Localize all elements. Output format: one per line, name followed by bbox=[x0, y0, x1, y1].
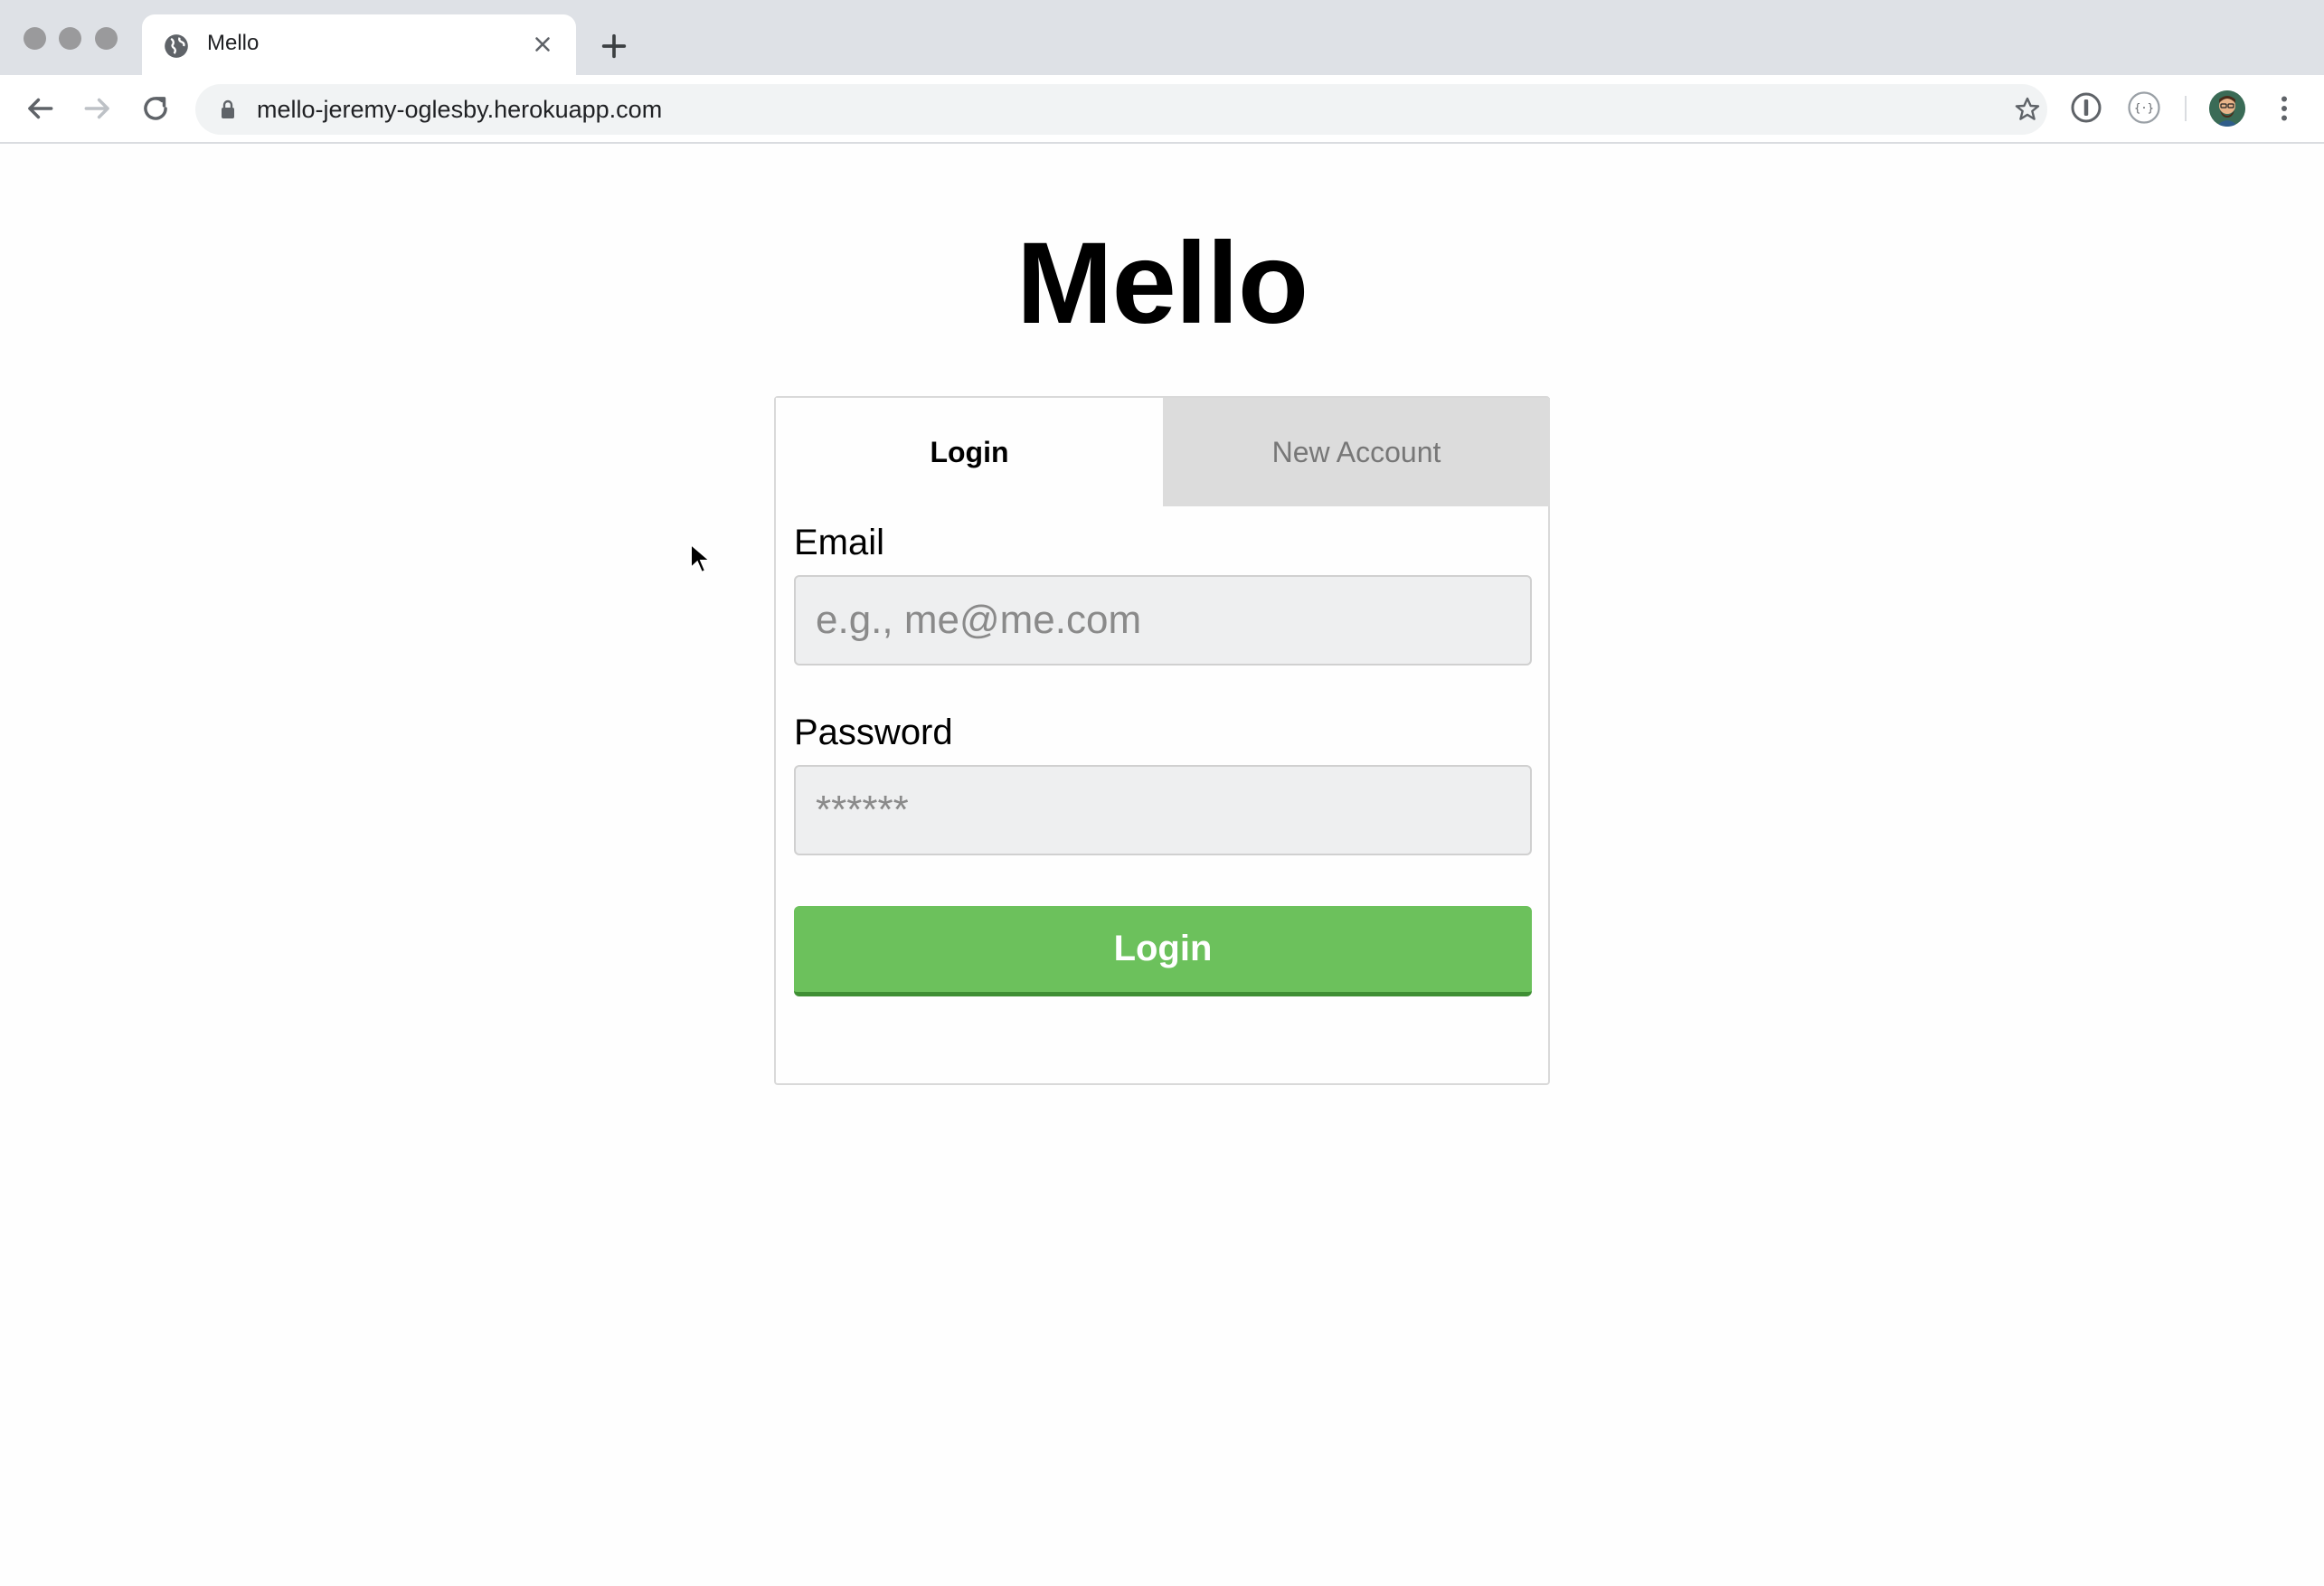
globe-icon bbox=[165, 34, 188, 58]
new-tab-icon[interactable] bbox=[599, 31, 629, 61]
address-bar[interactable]: mello-jeremy-oglesby.herokuapp.com bbox=[195, 84, 2047, 135]
tab-login[interactable]: Login bbox=[776, 398, 1163, 506]
mouse-pointer-icon bbox=[690, 543, 713, 574]
lock-icon bbox=[222, 99, 234, 118]
reload-icon[interactable] bbox=[138, 91, 173, 126]
login-button[interactable]: Login bbox=[794, 906, 1532, 996]
page-title: Mello bbox=[1016, 219, 1308, 348]
toolbar-divider bbox=[2185, 96, 2187, 121]
url-text: mello-jeremy-oglesby.herokuapp.com bbox=[257, 96, 663, 123]
browser-toolbar: mello-jeremy-oglesby.herokuapp.com bbox=[0, 75, 2324, 144]
password-field[interactable] bbox=[794, 765, 1532, 855]
browser-tab-strip: Mello bbox=[0, 0, 2324, 75]
auth-card: Login New Account Email Password Login bbox=[774, 396, 1550, 1085]
forward-arrow-icon[interactable] bbox=[80, 91, 115, 126]
close-icon[interactable] bbox=[531, 33, 554, 56]
back-arrow-icon[interactable] bbox=[23, 91, 57, 126]
window-close-dot[interactable] bbox=[24, 27, 46, 50]
email-field[interactable] bbox=[794, 575, 1532, 666]
tab-title: Mello bbox=[207, 31, 260, 55]
password-manager-extension-icon[interactable] bbox=[2070, 91, 2102, 124]
email-label: Email bbox=[794, 523, 885, 562]
svg-text:{·}: {·} bbox=[2134, 102, 2154, 115]
profile-avatar[interactable] bbox=[2209, 90, 2245, 127]
more-options-icon[interactable] bbox=[2268, 91, 2300, 126]
bookmark-star-icon[interactable] bbox=[2013, 95, 2042, 124]
extension-icon[interactable]: {·} bbox=[2128, 91, 2160, 124]
profile-avatar-icon bbox=[2209, 90, 2245, 127]
window-minimize-dot[interactable] bbox=[59, 27, 81, 50]
password-label: Password bbox=[794, 713, 953, 752]
window-maximize-dot[interactable] bbox=[95, 27, 118, 50]
tab-new-account[interactable]: New Account bbox=[1163, 398, 1550, 506]
browser-tab[interactable]: Mello bbox=[142, 14, 576, 75]
